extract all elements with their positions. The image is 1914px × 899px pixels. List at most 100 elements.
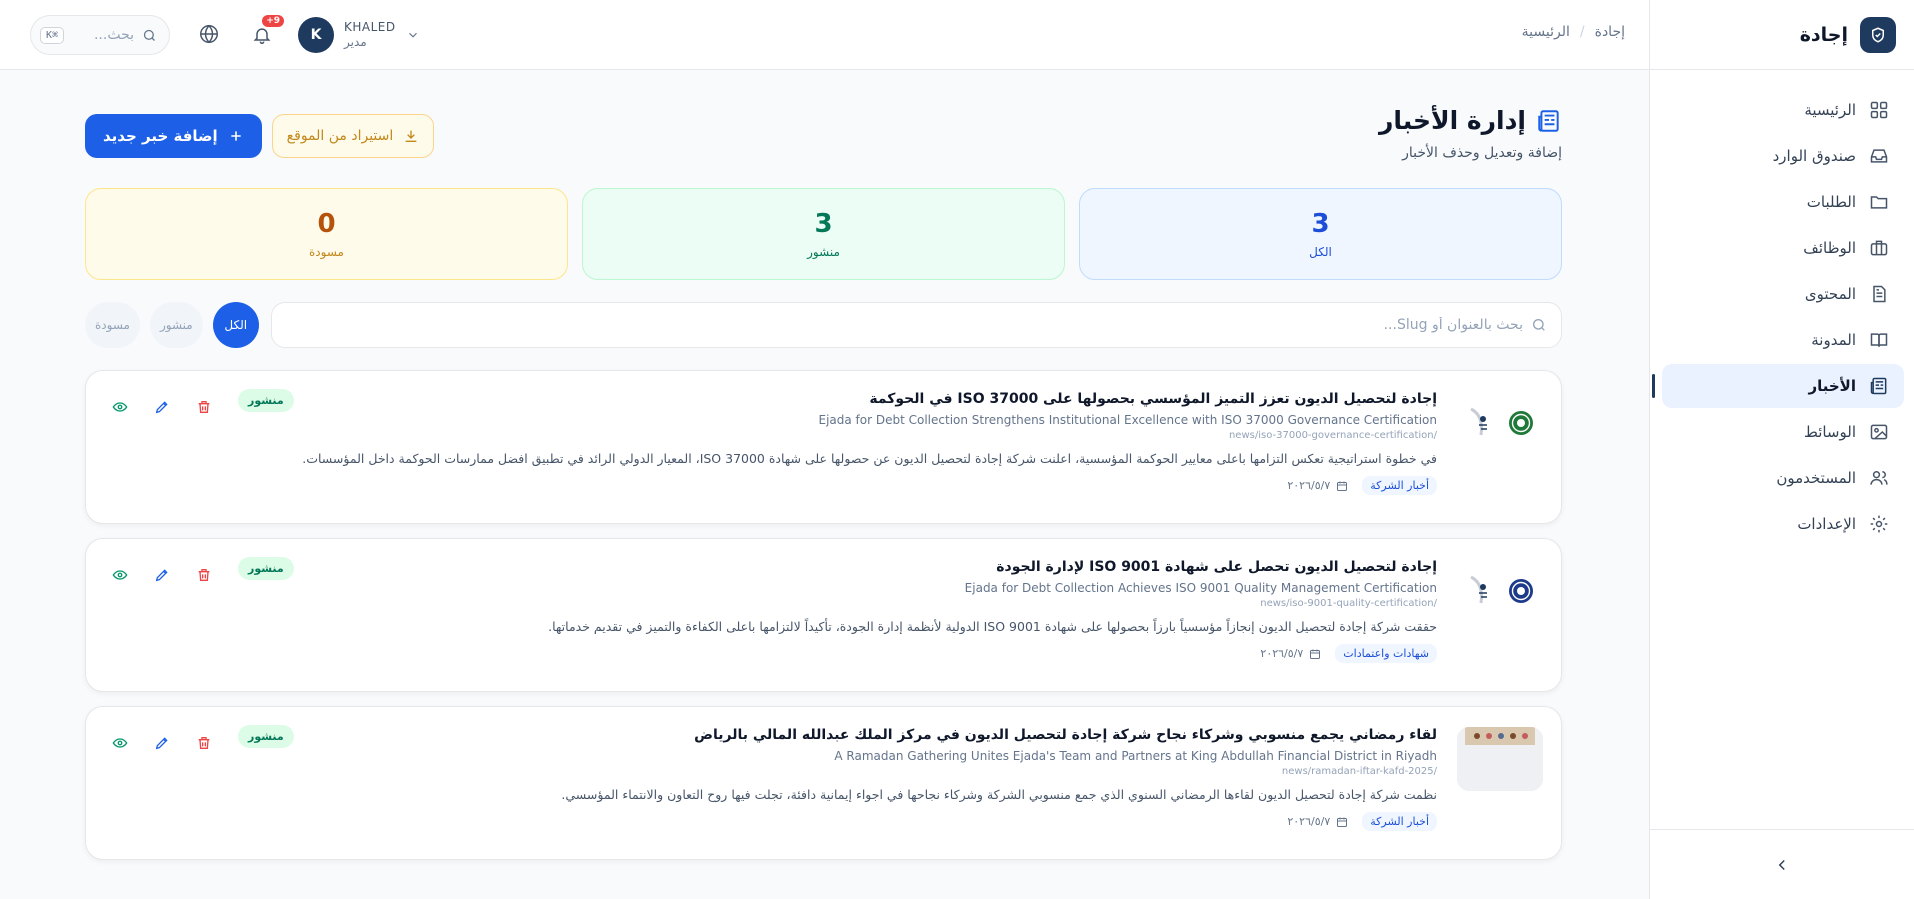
- sidebar-item-label: الوسائط: [1803, 423, 1856, 441]
- sidebar-collapse: [1650, 829, 1914, 899]
- pencil-icon: [154, 567, 170, 583]
- brand[interactable]: إجادة: [1650, 0, 1914, 70]
- breadcrumb-root[interactable]: إجادة: [1595, 24, 1625, 40]
- delete-button[interactable]: [194, 565, 214, 585]
- global-search-input[interactable]: [72, 27, 134, 43]
- news-title-en: Ejada for Debt Collection Strengthens In…: [818, 413, 1437, 427]
- stat-card-published: 3 منشور: [582, 188, 1065, 280]
- news-title[interactable]: لقاء رمضاني يجمع منسوبي وشركاء نجاح شركة…: [196, 725, 1437, 746]
- sidebar-item-content[interactable]: المحتوى: [1662, 272, 1904, 316]
- main-content: إدارة الأخبار إضافة وتعديل وحذف الأخبار …: [85, 70, 1562, 860]
- globe-icon[interactable]: [196, 23, 220, 47]
- news-excerpt: حققت شركة إجادة لتحصيل الديون إنجازاً مؤ…: [548, 619, 1437, 634]
- filter-chip-published[interactable]: منشور: [149, 302, 203, 348]
- certification-seal-icon: [1507, 577, 1535, 605]
- news-excerpt: نظمت شركة إجادة لتحصيل الديون لقاءها الر…: [561, 787, 1437, 802]
- sidebar-item-users[interactable]: المستخدمون: [1662, 456, 1904, 500]
- filter-chip-all[interactable]: الكل: [212, 302, 259, 348]
- filter-chip-draft[interactable]: مسودة: [85, 302, 140, 348]
- delete-button[interactable]: [194, 397, 214, 417]
- shortcut-hint: ⌘K: [39, 26, 64, 44]
- user-role: مدير: [344, 35, 367, 49]
- add-news-button[interactable]: إضافة خبر جديد: [85, 114, 262, 158]
- edit-button[interactable]: [152, 397, 172, 417]
- page-actions: استيراد من الموقع إضافة خبر جديد: [85, 114, 435, 158]
- news-actions: [110, 397, 214, 417]
- newspaper-icon: [1868, 375, 1890, 397]
- edit-button[interactable]: [152, 565, 172, 585]
- sidebar-item-blog[interactable]: المدونة: [1662, 318, 1904, 362]
- news-thumbnail[interactable]: [1457, 559, 1543, 623]
- eye-icon: [112, 567, 128, 583]
- news-title[interactable]: إجادة لتحصيل الديون تحصل على شهادة ISO 9…: [196, 557, 1437, 578]
- news-card-body: إجادة لتحصيل الديون تحصل على شهادة ISO 9…: [196, 557, 1437, 663]
- users-icon: [1868, 467, 1890, 489]
- sidebar-item-jobs[interactable]: الوظائف: [1662, 226, 1904, 270]
- news-card: إجادة لتحصيل الديون تعزز التميز المؤسسي …: [85, 370, 1562, 524]
- user-menu[interactable]: KHALED مدير K: [298, 17, 420, 53]
- avatar: K: [298, 17, 334, 53]
- page-title-row: إدارة الأخبار: [1379, 106, 1562, 135]
- news-date-text: ٢٠٢٦/٥/٧: [1287, 479, 1331, 492]
- stat-card-all: 3 الكل: [1079, 188, 1562, 280]
- trash-icon: [196, 567, 212, 583]
- search-icon: [142, 28, 157, 43]
- news-search[interactable]: [270, 302, 1562, 348]
- notifications-button[interactable]: 9+: [248, 15, 284, 49]
- page-header: إدارة الأخبار إضافة وتعديل وحذف الأخبار …: [85, 70, 1562, 180]
- sidebar-item-settings[interactable]: الإعدادات: [1662, 502, 1904, 546]
- news-slug: /news/ramadan-iftar-kafd-2025: [1281, 766, 1437, 777]
- edit-button[interactable]: [152, 733, 172, 753]
- news-title-en: Ejada for Debt Collection Achieves ISO 9…: [964, 581, 1437, 595]
- stat-label: منشور: [807, 245, 840, 259]
- news-slug: /news/iso-37000-governance-certification: [1228, 430, 1437, 441]
- sidebar-item-inbox[interactable]: صندوق الوارد: [1662, 134, 1904, 178]
- breadcrumb-current: الرئيسية: [1521, 24, 1570, 40]
- inbox-icon: [1868, 145, 1890, 167]
- plus-icon: [228, 128, 244, 144]
- topbar-actions: KHALED مدير K 9+ ⌘K: [30, 14, 420, 56]
- import-button-label: استيراد من الموقع: [286, 128, 394, 144]
- sidebar-item-requests[interactable]: الطلبات: [1662, 180, 1904, 224]
- news-search-input[interactable]: [285, 317, 1523, 333]
- image-icon: [1868, 421, 1890, 443]
- chevron-left-icon[interactable]: [1773, 856, 1791, 874]
- news-list: إجادة لتحصيل الديون تعزز التميز المؤسسي …: [85, 370, 1562, 860]
- breadcrumb: إجادة / الرئيسية: [1522, 24, 1625, 40]
- view-button[interactable]: [110, 733, 130, 753]
- sidebar-nav: الرئيسية صندوق الوارد الطلبات الوظائف ال…: [1650, 70, 1914, 546]
- news-card-body: لقاء رمضاني يجمع منسوبي وشركاء نجاح شركة…: [196, 725, 1437, 831]
- news-thumbnail[interactable]: [1457, 391, 1543, 455]
- news-title[interactable]: إجادة لتحصيل الديون تعزز التميز المؤسسي …: [196, 389, 1437, 410]
- global-search[interactable]: ⌘K: [30, 15, 170, 55]
- chevron-down-icon: [406, 28, 420, 42]
- add-news-button-label: إضافة خبر جديد: [103, 127, 218, 145]
- news-thumbnail[interactable]: [1457, 727, 1543, 791]
- sidebar-item-label: المستخدمون: [1776, 469, 1856, 487]
- news-actions: [110, 565, 214, 585]
- sidebar-item-media[interactable]: الوسائط: [1662, 410, 1904, 454]
- view-button[interactable]: [110, 565, 130, 585]
- sidebar-item-label: الأخبار: [1808, 377, 1856, 395]
- sidebar: إجادة الرئيسية صندوق الوارد الطلبات الوظ…: [1649, 0, 1914, 899]
- news-card: لقاء رمضاني يجمع منسوبي وشركاء نجاح شركة…: [85, 706, 1562, 860]
- stat-value: 0: [317, 209, 336, 239]
- gear-icon: [1868, 513, 1890, 535]
- sidebar-item-news[interactable]: الأخبار: [1652, 364, 1904, 408]
- stat-label: الكل: [1309, 245, 1332, 259]
- news-slug: /news/iso-9001-quality-certification: [1260, 598, 1437, 609]
- sidebar-item-home[interactable]: الرئيسية: [1662, 88, 1904, 132]
- search-icon: [1531, 317, 1547, 333]
- sidebar-item-label: الإعدادات: [1797, 515, 1856, 533]
- delete-button[interactable]: [194, 733, 214, 753]
- import-button[interactable]: استيراد من الموقع: [271, 114, 435, 158]
- eye-icon: [112, 399, 128, 415]
- shield-icon: [1860, 16, 1896, 53]
- brand-name: إجادة: [1799, 23, 1848, 46]
- status-filter-chips: الكل منشور مسودة: [85, 302, 259, 348]
- calendar-icon: [1336, 816, 1348, 828]
- status-badge: منشور: [238, 389, 294, 412]
- view-button[interactable]: [110, 397, 130, 417]
- folder-icon: [1868, 191, 1890, 213]
- stat-card-draft: 0 مسودة: [85, 188, 568, 280]
